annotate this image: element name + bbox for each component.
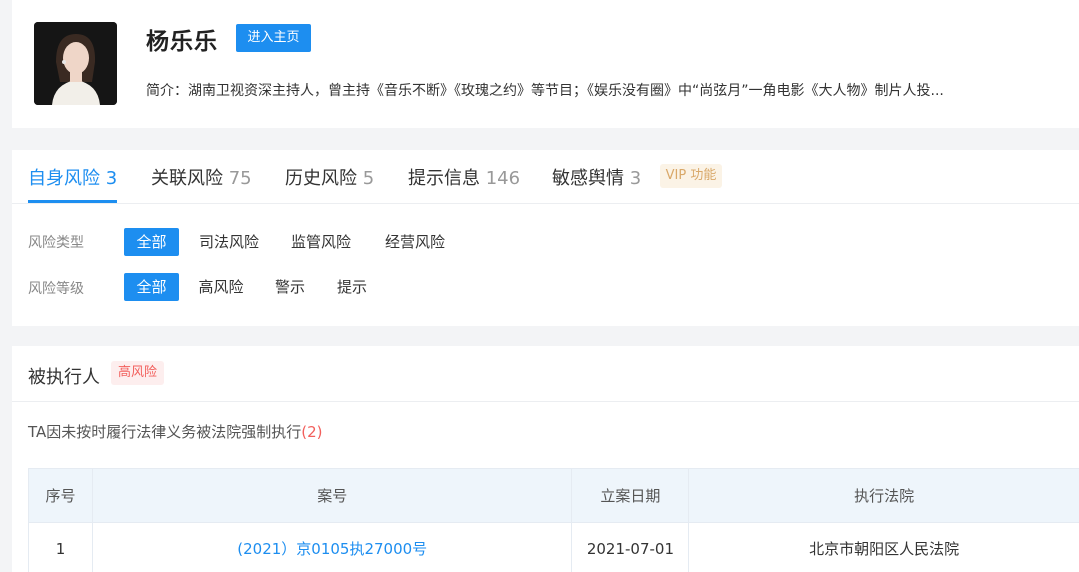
person-name: 杨乐乐	[146, 29, 218, 55]
risk-level-notice[interactable]: 提示	[330, 273, 374, 301]
filing-date: 2021-07-01	[572, 522, 690, 572]
active-tab-indicator	[28, 200, 117, 203]
column-header: 执行法院	[854, 487, 915, 505]
risk-level-label: 风险等级	[28, 281, 84, 297]
tab-notice-info[interactable]: 提示信息 146	[408, 164, 520, 190]
risk-type-label: 风险类型	[28, 235, 84, 251]
tab-self-risk[interactable]: 自身风险 3	[28, 164, 117, 190]
risk-tabs: 自身风险 3 关联风险 75 历史风险 5 提示信息 146 敏感舆情 3 VI…	[12, 150, 1079, 204]
risk-type-all[interactable]: 全部	[124, 228, 179, 256]
divider	[12, 401, 1079, 402]
column-header: 案号	[93, 469, 573, 522]
executed-count: (2)	[301, 423, 323, 441]
profile-card: 杨乐乐 进入主页 简介：湖南卫视资深主持人，曾主持《音乐不断》《玫瑰之约》等节目…	[12, 0, 1079, 128]
table-row: 1 (2021）京0105执27000号 2021-07-01 北京市朝阳区人民…	[29, 522, 1079, 572]
row-index: 1	[29, 522, 93, 572]
court-name: 北京市朝阳区人民法院	[689, 522, 1079, 572]
tab-related-risk[interactable]: 关联风险 75	[151, 164, 252, 190]
risk-type-business[interactable]: 经营风险	[378, 228, 452, 256]
person-intro: 简介：湖南卫视资深主持人，曾主持《音乐不断》《玫瑰之约》等节目；《娱乐没有圈》中…	[146, 83, 944, 99]
table-header: 序号 案号 立案日期 执行法院	[29, 469, 1079, 522]
risk-panel: 自身风险 3 关联风险 75 历史风险 5 提示信息 146 敏感舆情 3 VI…	[12, 150, 1079, 326]
tab-history-risk[interactable]: 历史风险 5	[285, 164, 374, 190]
high-risk-badge: 高风险	[111, 361, 164, 385]
case-number-link[interactable]: (2021）京0105执27000号	[237, 538, 427, 559]
case-number-cell: (2021）京0105执27000号	[92, 522, 573, 572]
risk-type-regulatory[interactable]: 监管风险	[284, 228, 358, 256]
executed-table: 序号 案号 立案日期 执行法院 1 (2021）京0105执27000号 202…	[28, 468, 1079, 572]
enter-homepage-button[interactable]: 进入主页	[236, 24, 311, 52]
risk-level-warning[interactable]: 警示	[268, 273, 312, 301]
column-header: 序号	[29, 469, 93, 522]
section-title: 被执行人	[28, 367, 100, 388]
vip-badge: VIP 功能	[660, 164, 722, 188]
column-header: 立案日期	[572, 469, 690, 522]
risk-type-judicial[interactable]: 司法风险	[192, 228, 266, 256]
tab-sensitive-opinion[interactable]: 敏感舆情 3	[552, 164, 641, 190]
executed-description: TA因未按时履行法律义务被法院强制执行(2)	[28, 423, 323, 441]
avatar	[34, 22, 117, 105]
executed-person-section: 被执行人 高风险 TA因未按时履行法律义务被法院强制执行(2) 序号 案号 立案…	[12, 346, 1079, 572]
risk-level-all[interactable]: 全部	[124, 273, 179, 301]
risk-level-high[interactable]: 高风险	[192, 273, 250, 301]
